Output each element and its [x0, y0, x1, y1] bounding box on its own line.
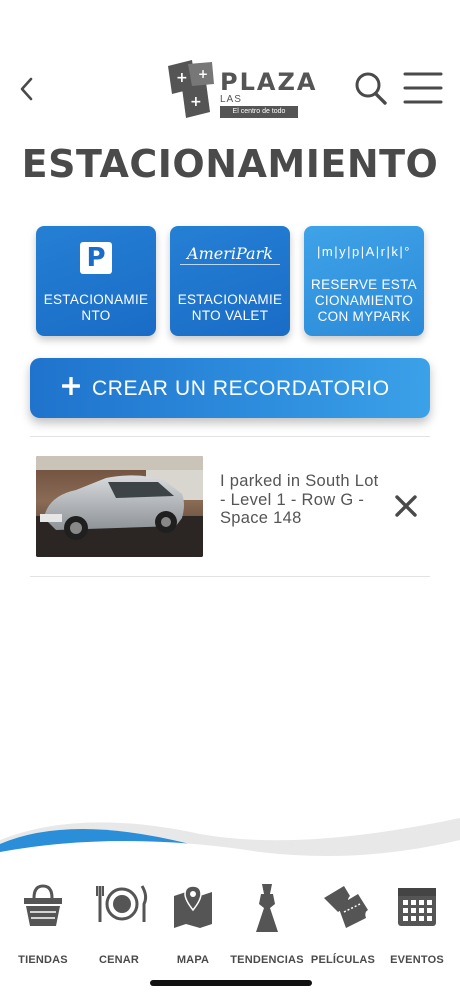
dress-icon [256, 884, 278, 932]
tile-label: RESERVE ESTACIONAMIENTO CON MYPARK [311, 277, 417, 324]
ameripark-logo-underline [180, 264, 280, 265]
tab-label: TIENDAS [18, 954, 68, 966]
parking-icon: P [80, 242, 112, 274]
close-icon [395, 495, 417, 517]
logo-name: PLAZA [220, 68, 318, 96]
svg-text:+: + [176, 70, 188, 86]
search-icon [355, 72, 387, 105]
tile-estacionamiento[interactable]: P ESTACIONAMIENTO [36, 226, 156, 336]
parking-options: P ESTACIONAMIENTO AmeriPark ESTACIONAMIE… [36, 226, 426, 338]
tile-label: ESTACIONAMIENTO VALET [177, 292, 283, 323]
tab-peliculas[interactable]: PELÍCULAS [306, 882, 380, 966]
movie-tickets-icon [324, 886, 368, 928]
divider [30, 436, 430, 437]
back-button[interactable] [14, 72, 40, 106]
tab-tiendas[interactable]: TIENDAS [6, 882, 80, 966]
tab-cenar[interactable]: CENAR [82, 882, 156, 966]
list-item: I parked in South Lot - Level 1 - Row G … [30, 440, 430, 576]
svg-text:+: + [190, 94, 202, 110]
tab-label: EVENTOS [390, 954, 444, 966]
hamburger-menu-icon [403, 72, 443, 104]
tab-tendencias[interactable]: TENDENCIAS [230, 882, 304, 966]
calendar-icon [398, 888, 436, 926]
bottom-tab-bar: TIENDAS CENAR MAPA TENDENCIAS PELÍCULAS … [0, 866, 460, 996]
header: + + + PLAZA LAS AMERICAS El centro de to… [0, 0, 460, 130]
reminder-text: I parked in South Lot - Level 1 - Row G … [220, 472, 379, 527]
logo-tagline: El centro de todo [220, 106, 298, 118]
logo-mark-icon: + + + [168, 60, 214, 118]
tile-valet[interactable]: AmeriPark ESTACIONAMIENTO VALET [170, 226, 290, 336]
chevron-left-icon [20, 77, 33, 101]
menu-button[interactable] [402, 70, 444, 106]
tile-label: ESTACIONAMIENTO [43, 292, 149, 323]
dining-plate-icon [96, 885, 148, 922]
svg-text:+: + [198, 67, 208, 81]
tab-mapa[interactable]: MAPA [156, 882, 230, 966]
mypark-logo: |m|y|p|A|r|k|° [317, 244, 411, 259]
tile-mypark[interactable]: |m|y|p|A|r|k|° RESERVE ESTACIONAMIENTO C… [304, 226, 424, 336]
car-photo[interactable] [36, 456, 203, 557]
tab-label: TENDENCIAS [230, 954, 304, 966]
shopping-basket-icon [24, 884, 62, 926]
tab-eventos[interactable]: EVENTOS [380, 882, 454, 966]
plaza-las-americas-logo[interactable]: + + + PLAZA LAS AMERICAS El centro de to… [162, 58, 315, 120]
create-reminder-label: CREAR UN RECORDATORIO [92, 377, 390, 400]
map-pin-icon [174, 885, 212, 928]
page-title: ESTACIONAMIENTO [21, 142, 439, 186]
wave-decoration [0, 818, 460, 870]
ameripark-logo: AmeriPark [187, 244, 273, 263]
remove-reminder-button[interactable] [392, 492, 420, 520]
home-indicator[interactable] [150, 980, 312, 986]
search-button[interactable] [352, 68, 390, 108]
create-reminder-button[interactable]: CREAR UN RECORDATORIO [30, 358, 430, 418]
divider [30, 576, 430, 577]
